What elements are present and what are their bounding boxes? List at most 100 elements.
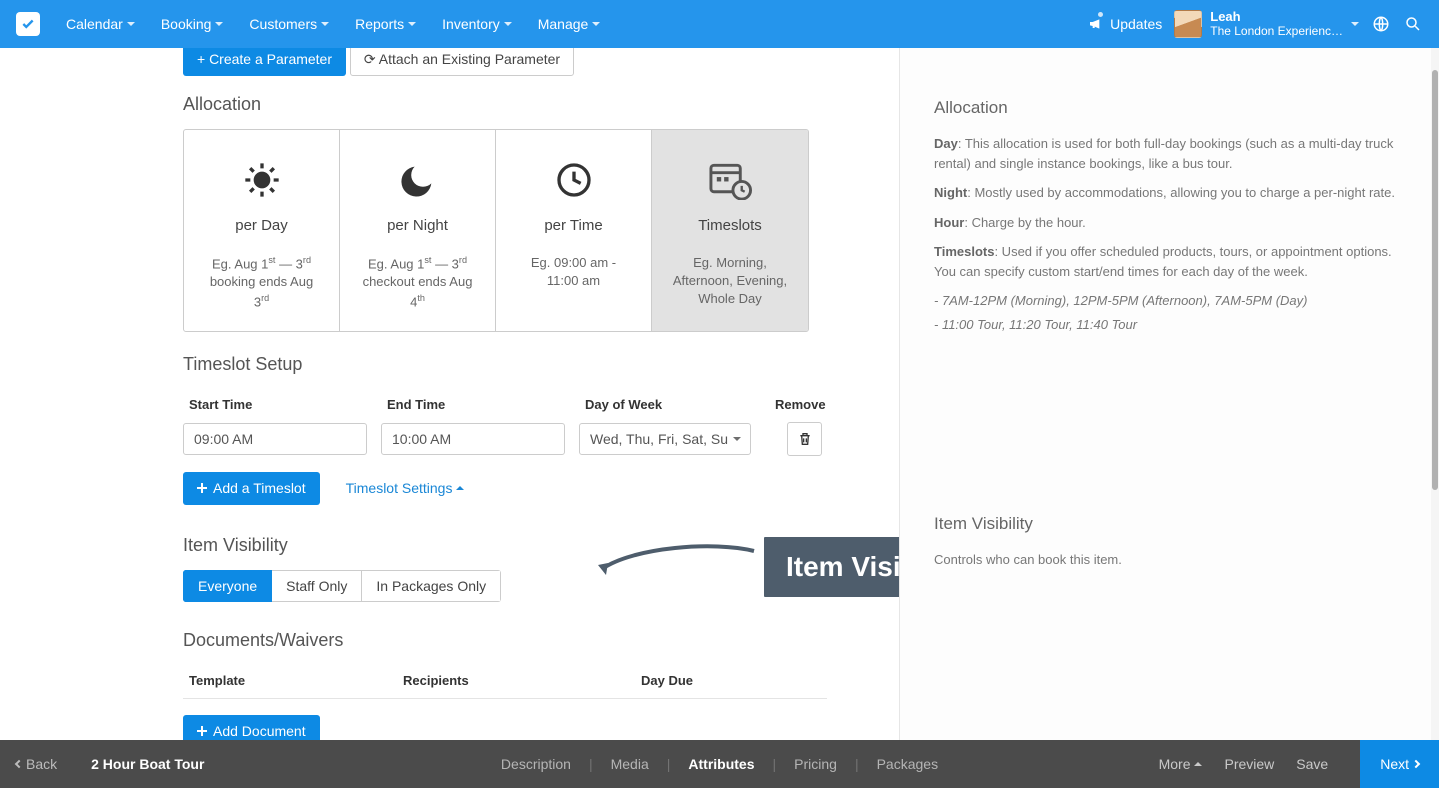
back-button[interactable]: Back <box>16 756 57 772</box>
add-document-button[interactable]: Add Document <box>183 715 320 740</box>
start-time-input[interactable] <box>183 423 367 455</box>
chevron-up-icon <box>456 486 464 490</box>
updates-link[interactable]: Updates <box>1088 16 1162 32</box>
create-parameter-button[interactable]: + Create a Parameter <box>183 48 346 76</box>
chevron-down-icon <box>733 437 741 441</box>
parameter-buttons: + Create a Parameter ⟳ Attach an Existin… <box>183 48 899 76</box>
allocation-per-day[interactable]: per Day Eg. Aug 1st — 3rd booking ends A… <box>184 130 340 331</box>
help-text: Timeslots: Used if you offer scheduled p… <box>934 242 1399 281</box>
documents-header: Template Recipients Day Due <box>183 665 827 699</box>
allocation-timeslots[interactable]: Timeslots Eg. Morning, Afternoon, Evenin… <box>652 130 808 331</box>
allocation-heading: Allocation <box>183 94 899 115</box>
sun-icon <box>242 160 282 203</box>
allocation-title: per Night <box>387 217 448 234</box>
search-icon <box>1404 15 1422 33</box>
attach-parameter-button[interactable]: ⟳ Attach an Existing Parameter <box>350 48 574 76</box>
allocation-example: Eg. Aug 1st — 3rd booking ends Aug 3rd <box>194 254 329 311</box>
tab-description[interactable]: Description <box>495 756 577 772</box>
chevron-down-icon <box>408 22 416 26</box>
visibility-packages[interactable]: In Packages Only <box>362 570 501 602</box>
timeslot-settings-link[interactable]: Timeslot Settings <box>346 480 465 496</box>
help-text: Night: Mostly used by accommodations, al… <box>934 183 1399 203</box>
trash-icon <box>797 431 813 447</box>
check-icon <box>21 17 35 31</box>
chevron-down-icon <box>504 22 512 26</box>
main-column: + Create a Parameter ⟳ Attach an Existin… <box>0 48 899 740</box>
moon-icon <box>398 160 438 203</box>
plus-icon <box>197 726 207 736</box>
tab-packages[interactable]: Packages <box>871 756 944 772</box>
allocation-per-time[interactable]: per Time Eg. 09:00 am - 11:00 am <box>496 130 652 331</box>
end-time-input[interactable] <box>381 423 565 455</box>
globe-button[interactable] <box>1371 14 1391 34</box>
allocation-title: Timeslots <box>698 217 762 234</box>
globe-icon <box>1372 15 1390 33</box>
nav-calendar[interactable]: Calendar <box>54 10 147 38</box>
nav-inventory[interactable]: Inventory <box>430 10 524 38</box>
col-recipients: Recipients <box>403 673 641 688</box>
scrollbar[interactable] <box>1431 48 1439 740</box>
tab-pricing[interactable]: Pricing <box>788 756 843 772</box>
visibility-heading: Item Visibility <box>183 535 899 556</box>
add-timeslot-button[interactable]: Add a Timeslot <box>183 472 320 505</box>
chevron-down-icon <box>321 22 329 26</box>
next-button[interactable]: Next <box>1360 740 1439 788</box>
user-name: Leah <box>1210 10 1343 24</box>
user-text: Leah The London Experienc… <box>1210 10 1343 37</box>
visibility-everyone[interactable]: Everyone <box>183 570 272 602</box>
chevron-left-icon <box>15 760 23 768</box>
tab-attributes[interactable]: Attributes <box>682 756 760 772</box>
documents-heading: Documents/Waivers <box>183 630 899 651</box>
allocation-per-night[interactable]: per Night Eg. Aug 1st — 3rd checkout end… <box>340 130 496 331</box>
help-example: - 7AM-12PM (Morning), 12PM-5PM (Afternoo… <box>934 291 1399 311</box>
top-nav: Calendar Booking Customers Reports Inven… <box>0 0 1439 48</box>
chevron-down-icon <box>215 22 223 26</box>
nav-booking[interactable]: Booking <box>149 10 236 38</box>
allocation-example: Eg. Aug 1st — 3rd checkout ends Aug 4th <box>350 254 485 311</box>
timeslot-row <box>183 422 827 470</box>
visibility-segment: Everyone Staff Only In Packages Only <box>183 570 501 602</box>
nav-manage[interactable]: Manage <box>526 10 613 38</box>
avatar <box>1174 10 1202 38</box>
col-dow: Day of Week <box>585 397 775 412</box>
help-text: Hour: Charge by the hour. <box>934 213 1399 233</box>
tab-media[interactable]: Media <box>605 756 655 772</box>
plus-icon <box>197 483 207 493</box>
app-logo[interactable] <box>16 12 40 36</box>
bullhorn-icon <box>1088 16 1104 32</box>
chevron-right-icon <box>1412 760 1420 768</box>
user-menu[interactable]: Leah The London Experienc… <box>1174 10 1359 38</box>
allocation-example: Eg. Morning, Afternoon, Evening, Whole D… <box>662 254 798 309</box>
chevron-up-icon <box>1194 762 1202 766</box>
nav-items: Calendar Booking Customers Reports Inven… <box>54 10 1088 38</box>
col-due: Day Due <box>641 673 827 688</box>
remove-timeslot-button[interactable] <box>787 422 822 456</box>
save-button[interactable]: Save <box>1296 756 1328 772</box>
col-remove: Remove <box>775 397 835 412</box>
timeslot-table: Start Time End Time Day of Week Remove <box>183 389 827 470</box>
col-end: End Time <box>387 397 585 412</box>
more-menu[interactable]: More <box>1159 756 1203 772</box>
allocation-grid: per Day Eg. Aug 1st — 3rd booking ends A… <box>183 129 809 332</box>
search-button[interactable] <box>1403 14 1423 34</box>
help-panel: Allocation Day: This allocation is used … <box>899 48 1439 740</box>
col-start: Start Time <box>189 397 387 412</box>
chevron-down-icon <box>1351 22 1359 26</box>
help-allocation-heading: Allocation <box>934 98 1399 118</box>
visibility-staff[interactable]: Staff Only <box>272 570 362 602</box>
help-example: - 11:00 Tour, 11:20 Tour, 11:40 Tour <box>934 315 1399 335</box>
help-text: Day: This allocation is used for both fu… <box>934 134 1399 173</box>
footer-tabs: Description| Media| Attributes| Pricing|… <box>495 756 944 772</box>
nav-right: Updates Leah The London Experienc… <box>1088 10 1429 38</box>
clock-icon <box>554 160 594 203</box>
nav-reports[interactable]: Reports <box>343 10 428 38</box>
calendar-clock-icon <box>708 160 752 203</box>
preview-button[interactable]: Preview <box>1224 756 1274 772</box>
footer-bar: Back 2 Hour Boat Tour Description| Media… <box>0 740 1439 788</box>
timeslot-heading: Timeslot Setup <box>183 354 899 375</box>
dow-select[interactable] <box>579 423 751 455</box>
help-text: Controls who can book this item. <box>934 550 1399 570</box>
allocation-example: Eg. 09:00 am - 11:00 am <box>506 254 641 290</box>
nav-customers[interactable]: Customers <box>237 10 341 38</box>
allocation-title: per Day <box>235 217 288 234</box>
